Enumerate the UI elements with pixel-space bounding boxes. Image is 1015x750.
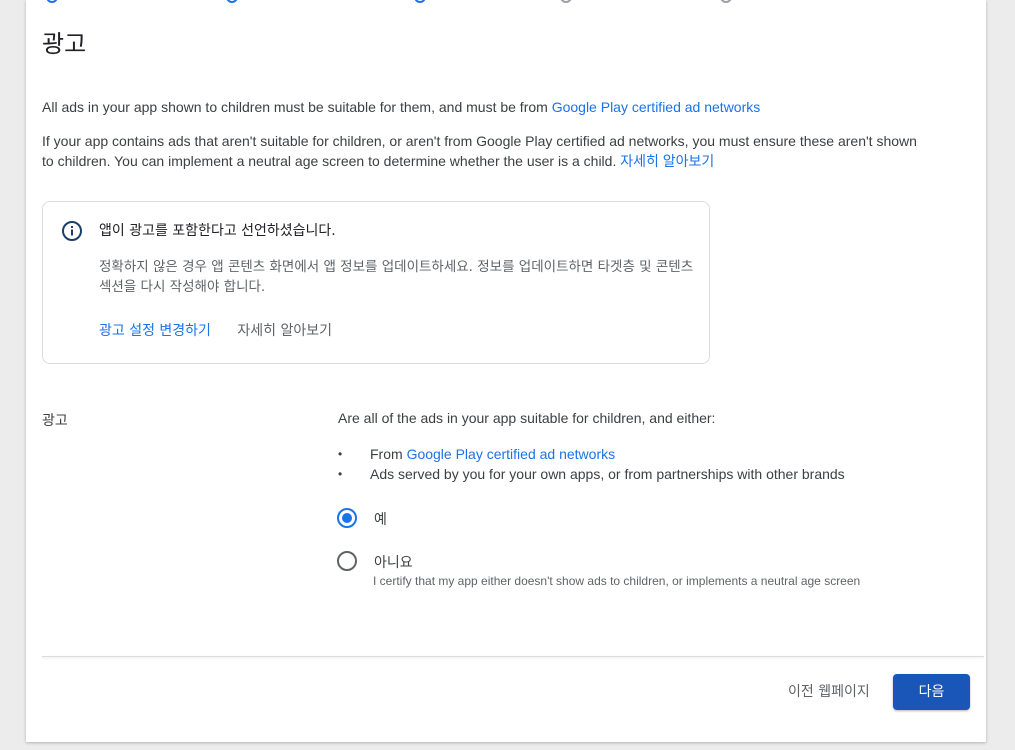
ads-section-label: 광고	[42, 413, 68, 429]
next-button[interactable]: 다음	[893, 674, 970, 710]
list-item: Ads served by you for your own apps, or …	[338, 464, 845, 484]
detail-text: If your app contains ads that aren't sui…	[42, 133, 917, 169]
form-card: 광고 All ads in your app shown to children…	[26, 0, 986, 742]
notice-actions: 광고 설정 변경하기 자세히 알아보기	[99, 320, 354, 340]
step-indicator	[720, 0, 732, 3]
change-ad-settings-link[interactable]: 광고 설정 변경하기	[99, 323, 211, 339]
notice-body: 정확하지 않은 경우 앱 콘텐츠 화면에서 앱 정보를 업데이트하세요. 정보를…	[99, 259, 694, 295]
ads-declaration-notice: 앱이 광고를 포함한다고 선언하셨습니다. 정확하지 않은 경우 앱 콘텐츠 화…	[42, 201, 710, 364]
certified-ad-networks-link[interactable]: Google Play certified ad networks	[407, 446, 616, 462]
step-indicator	[414, 0, 426, 3]
ads-question: Are all of the ads in your app suitable …	[338, 410, 716, 426]
notice-learn-more-link[interactable]: 자세히 알아보기	[237, 323, 332, 339]
radio-yes-label[interactable]: 예	[374, 509, 387, 529]
radio-no-description: I certify that my app either doesn't sho…	[373, 574, 861, 588]
certified-ad-networks-link[interactable]: Google Play certified ad networks	[552, 99, 761, 115]
previous-button[interactable]: 이전 웹페이지	[778, 674, 880, 710]
step-indicator	[226, 0, 238, 3]
stepper-remnant	[26, 0, 986, 3]
info-icon	[62, 221, 82, 241]
intro-text: All ads in your app shown to children mu…	[42, 99, 552, 115]
detail-paragraph: If your app contains ads that aren't sui…	[42, 131, 922, 171]
footer-divider	[42, 656, 984, 657]
step-indicator	[560, 0, 572, 3]
radio-no[interactable]	[337, 551, 357, 571]
notice-title: 앱이 광고를 포함한다고 선언하셨습니다.	[99, 223, 336, 239]
bullet-prefix: From	[370, 446, 407, 462]
page-title: 광고	[42, 30, 87, 58]
step-indicator	[46, 0, 58, 3]
ads-criteria-list: From Google Play certified ad networks A…	[338, 444, 845, 484]
list-item: From Google Play certified ad networks	[338, 444, 845, 464]
radio-yes[interactable]	[337, 508, 357, 528]
intro-paragraph: All ads in your app shown to children mu…	[42, 97, 760, 117]
radio-no-label[interactable]: 아니요	[374, 552, 413, 572]
learn-more-link[interactable]: 자세히 알아보기	[620, 153, 714, 169]
